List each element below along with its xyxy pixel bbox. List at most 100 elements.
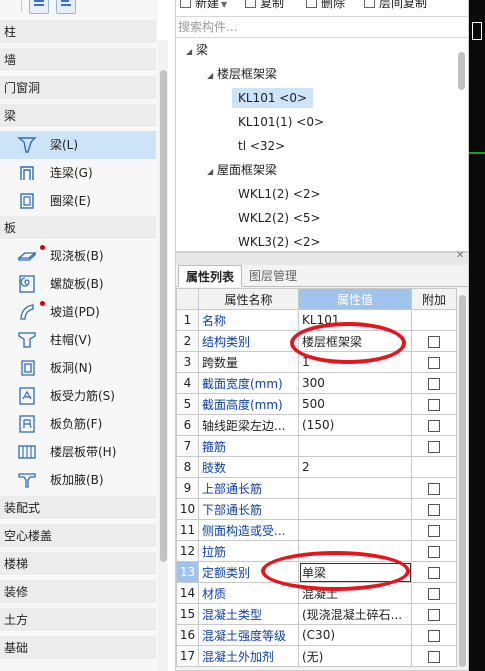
extra-checkbox[interactable] [428,524,440,537]
tree-node-roof-frame-beam[interactable]: ◢ 屋面框架梁 [207,160,277,180]
property-value[interactable]: KL101 [298,309,412,331]
property-row[interactable]: 17 混凝土外加剂 (无) [176,645,457,667]
extra-checkbox[interactable] [428,503,440,516]
property-row[interactable]: 14 材质 混凝土 [176,582,457,604]
extra-checkbox[interactable] [428,545,440,558]
column-header-name[interactable]: 属性名称 [198,288,299,310]
category-column[interactable]: 柱 [0,20,156,44]
category-decoration[interactable]: 装修 [0,580,156,604]
close-icon[interactable]: ✕ [456,250,464,261]
property-row[interactable]: 13 定额类别 单梁 [176,561,457,583]
property-row[interactable]: 10 下部通长筋 [176,498,457,520]
property-row[interactable]: 5 截面高度(mm) 500 [176,393,457,415]
nav-item-label: 板加腋(B) [50,473,104,487]
copy-button[interactable]: 复制 [245,0,284,11]
property-row[interactable]: 11 侧面构造或受... [176,519,457,541]
property-row[interactable]: 1 名称 KL101 [176,309,457,331]
nav-scrollbar-thumb[interactable] [160,70,167,562]
category-beam[interactable]: 梁 [0,104,156,128]
tree-node-floor-frame-beam[interactable]: ◢ 楼层框架梁 [207,64,277,84]
category-hollow-floor[interactable]: 空心楼盖 [0,524,156,548]
property-row[interactable]: 3 跨数量 1 [176,351,457,373]
list-view-button[interactable] [29,0,49,14]
property-value[interactable]: 500 [298,393,412,415]
property-value[interactable]: 混凝土 [298,582,412,604]
extra-checkbox[interactable] [428,608,440,621]
nav-item-spiral-slab[interactable]: 螺旋板(B) [0,270,156,298]
extra-checkbox[interactable] [428,419,440,432]
extra-checkbox[interactable] [428,356,440,369]
nav-item-slab-hole[interactable]: 板洞(N) [0,354,156,382]
property-row[interactable]: 12 拉筋 [176,540,457,562]
extra-checkbox[interactable] [428,629,440,642]
property-value[interactable]: (无) [298,645,412,667]
property-value[interactable] [298,540,412,562]
property-row[interactable]: 6 轴线距梁左边... (150) [176,414,457,436]
property-value[interactable] [298,519,412,541]
extra-checkbox[interactable] [428,650,440,663]
extra-checkbox[interactable] [428,587,440,600]
category-door-window[interactable]: 门窗洞 [0,76,156,100]
property-value[interactable] [298,498,412,520]
tree-leaf[interactable]: WKL1(2) <2> [238,184,321,204]
category-prefab[interactable]: 装配式 [0,496,156,520]
extra-checkbox[interactable] [428,566,440,579]
property-value[interactable]: (150) [298,414,412,436]
tree-leaf[interactable]: WKL3(2) <2> [238,232,321,250]
search-input[interactable] [178,19,448,35]
property-value[interactable]: 1 [298,351,412,373]
property-row[interactable]: 16 混凝土强度等级 (C30) [176,624,457,646]
nav-item-coupling-beam[interactable]: 连梁(G) [0,159,156,187]
nav-item-slab-strip[interactable]: 楼层板带(H) [0,438,156,466]
column-header-value[interactable]: 属性值 [298,288,412,310]
nav-item-ring-beam[interactable]: 圈梁(E) [0,187,156,215]
property-row[interactable]: 4 截面宽度(mm) 300 [176,372,457,394]
property-row[interactable]: 2 结构类别 楼层框架梁 [176,330,457,352]
extra-checkbox[interactable] [428,482,440,495]
nav-item-slab-haunch[interactable]: 板加腋(B) [0,466,156,494]
category-stairs[interactable]: 楼梯 [0,552,156,576]
property-value[interactable] [298,435,412,457]
nav-item-ramp[interactable]: 坡道(PD) [0,298,156,326]
nav-item-label: 连梁(G) [50,166,93,180]
property-row[interactable]: 15 混凝土类型 (现浇混凝土碎石... [176,603,457,625]
tree-view-button[interactable] [56,0,76,14]
tree-leaf[interactable]: tl <32> [238,136,285,156]
property-value[interactable]: 单梁 [298,561,412,583]
new-button[interactable]: 新建 ▼ [180,0,227,11]
property-row[interactable]: 7 箍筋 [176,435,457,457]
extra-cell [411,540,457,562]
tree-leaf-selected[interactable]: KL101 <0> [232,88,314,108]
nav-item-cast-slab[interactable]: 现浇板(B) [0,242,156,270]
column-header-extra[interactable]: 附加 [411,288,457,310]
floor-copy-button[interactable]: 层间复制 [364,0,427,11]
category-earthwork[interactable]: 土方 [0,608,156,632]
tab-layer-manager[interactable]: 图层管理 [242,265,304,287]
nav-item-beam[interactable]: 梁(L) [0,131,156,159]
extra-checkbox[interactable] [428,440,440,453]
category-wall[interactable]: 墙 [0,48,156,72]
tree-leaf[interactable]: KL101(1) <0> [238,112,324,132]
property-row[interactable]: 8 肢数 2 [176,456,457,478]
tree-scrollbar-thumb[interactable] [458,52,465,90]
property-value[interactable]: (现浇混凝土碎石... [298,603,412,625]
property-value[interactable]: 楼层框架梁 [298,330,412,352]
tab-property-list[interactable]: 属性列表 [178,265,243,287]
extra-checkbox[interactable] [428,398,440,411]
tree-leaf[interactable]: WKL2(2) <5> [238,208,321,228]
nav-item-slab-main-rebar[interactable]: 板受力筋(S) [0,382,156,410]
tree-node-beam[interactable]: ◢ 梁 [186,40,208,60]
property-row[interactable]: 9 上部通长筋 [176,477,457,499]
nav-item-slab-negative-rebar[interactable]: 板负筋(F) [0,410,156,438]
property-scrollbar-thumb[interactable] [459,295,466,667]
property-value[interactable]: (C30) [298,624,412,646]
property-value[interactable]: 2 [298,456,412,478]
nav-item-column-cap[interactable]: 柱帽(V) [0,326,156,354]
property-value[interactable]: 300 [298,372,412,394]
extra-checkbox[interactable] [428,335,440,348]
category-foundation[interactable]: 基础 [0,636,156,660]
category-slab[interactable]: 板 [0,216,156,240]
extra-checkbox[interactable] [428,377,440,390]
delete-button[interactable]: 删除 [306,0,345,11]
property-value[interactable] [298,477,412,499]
